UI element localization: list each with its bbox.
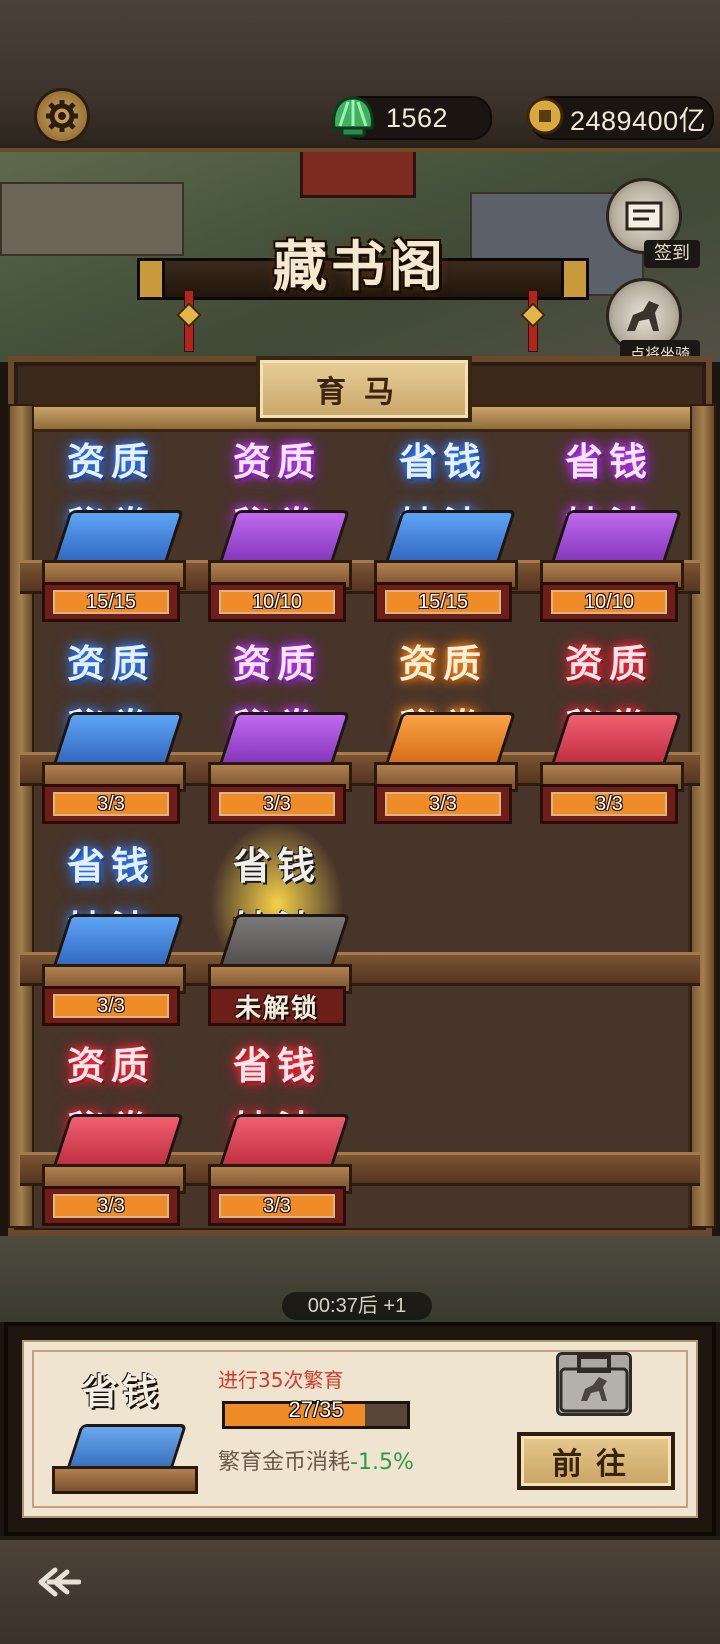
jade-shell-icon [332, 96, 374, 138]
back-arrow-icon [38, 1567, 81, 1597]
count-box: 10/10 [540, 582, 678, 622]
book-item[interactable]: 省钱妙法 3/3 [202, 1034, 352, 1234]
timer-text: 00:37后 +1 [282, 1292, 432, 1320]
shelf-post-left [8, 404, 34, 1228]
book-item[interactable]: 资质秘卷 3/3 [368, 632, 518, 832]
count-box: 3/3 [208, 1186, 346, 1226]
settings-button[interactable] [34, 88, 90, 144]
book-count: 10/10 [219, 590, 335, 614]
effect-label: 繁育金币消耗 [218, 1450, 351, 1475]
task-book: 省钱妙法 [42, 1366, 202, 1506]
bottom-bar [0, 1536, 720, 1644]
count-box: 3/3 [540, 784, 678, 824]
task-effect: 繁育金币消耗-1.5% [218, 1444, 414, 1476]
book-item[interactable]: 资质秘卷 3/3 [36, 632, 186, 832]
book-item-locked[interactable]: 省钱妙法 未解锁 [202, 824, 352, 1034]
count-box: 未解锁 [208, 986, 346, 1026]
count-box: 15/15 [374, 582, 512, 622]
go-button[interactable]: 前往 [517, 1432, 675, 1490]
count-box: 3/3 [374, 784, 512, 824]
book-count: 3/3 [53, 792, 169, 816]
book-item[interactable]: 资质秘卷 3/3 [202, 632, 352, 832]
book-count: 3/3 [219, 792, 335, 816]
gear-icon [46, 100, 78, 132]
book-count: 15/15 [385, 590, 501, 614]
book-count: 3/3 [385, 792, 501, 816]
book-count: 10/10 [551, 590, 667, 614]
sign-in-label: 签到 [644, 240, 700, 268]
pedestal [52, 1466, 198, 1494]
jade-value: 1562 [386, 102, 449, 133]
locked-label: 未解锁 [234, 993, 319, 1024]
count-box: 3/3 [42, 986, 180, 1026]
task-progress-text: 27/35 [288, 1397, 344, 1422]
count-box: 3/3 [208, 784, 346, 824]
book-count: 3/3 [53, 1194, 169, 1218]
book-count: 15/15 [53, 590, 169, 614]
book-item[interactable]: 资质秘卷 3/3 [534, 632, 684, 832]
shelf-post-right [690, 404, 716, 1228]
book-item[interactable]: 资质秘卷 10/10 [202, 430, 352, 630]
coin-icon [526, 97, 564, 135]
count-box: 3/3 [42, 1186, 180, 1226]
back-button[interactable] [34, 1560, 84, 1604]
category-tab-horse-breeding[interactable]: 育马 [256, 356, 472, 422]
task-progress-bar: 27/35 [222, 1397, 410, 1429]
book-count: 3/3 [551, 792, 667, 816]
book-item[interactable]: 省钱妙法 3/3 [36, 834, 186, 1034]
count-box: 3/3 [42, 784, 180, 824]
horse-seal-icon [556, 1352, 632, 1416]
book-item[interactable]: 省钱妙法 10/10 [534, 430, 684, 630]
book-count: 3/3 [53, 994, 169, 1018]
count-box: 15/15 [42, 582, 180, 622]
count-box: 10/10 [208, 582, 346, 622]
coin-value: 2489400亿 [570, 105, 707, 136]
book-item[interactable]: 资质秘卷 3/3 [36, 1034, 186, 1234]
page-title: 藏书阁 [273, 234, 447, 298]
task-title: 进行35次繁育 [218, 1368, 344, 1392]
book-count: 3/3 [219, 1194, 335, 1218]
effect-value: -1.5% [350, 1450, 414, 1475]
book-item[interactable]: 省钱妙法 15/15 [368, 430, 518, 630]
book-item[interactable]: 资质秘卷 15/15 [36, 430, 186, 630]
